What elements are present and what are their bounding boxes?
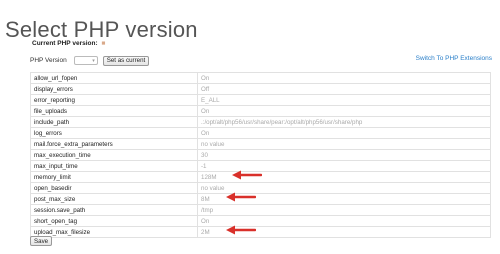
- option-name: include_path: [30, 116, 198, 128]
- option-name: max_input_time: [30, 160, 198, 172]
- php-version-label: PHP Version: [30, 57, 67, 64]
- option-value[interactable]: On: [197, 105, 491, 117]
- option-value[interactable]: .:/opt/alt/php56/usr/share/pear:/opt/alt…: [197, 116, 491, 128]
- option-name: allow_url_fopen: [30, 72, 198, 84]
- option-row: log_errors On: [30, 127, 491, 139]
- option-value[interactable]: 30: [197, 149, 491, 161]
- option-row: session.save_path/tmp: [30, 204, 491, 216]
- current-version-value: ■: [101, 40, 106, 47]
- option-row: short_open_tag On: [30, 215, 491, 227]
- option-name: short_open_tag: [30, 215, 198, 227]
- option-row: mail.force_extra_parameters no value: [30, 138, 491, 150]
- page-title: Select PHP version: [5, 16, 198, 42]
- option-name: max_execution_time: [30, 149, 198, 161]
- option-row: max_execution_time 30: [30, 149, 491, 161]
- save-button[interactable]: Save: [30, 236, 53, 246]
- option-value[interactable]: /tmp: [197, 204, 491, 216]
- option-value[interactable]: E_ALL: [197, 94, 491, 106]
- option-name: open_basedir: [30, 182, 198, 194]
- option-row: display_errors Off: [30, 83, 491, 95]
- switch-to-extensions-link[interactable]: Switch To PHP Extensions: [416, 55, 492, 62]
- option-row: open_basedir no value: [30, 182, 491, 194]
- option-row: error_reporting E_ALL: [30, 94, 491, 106]
- post-max-size-arrow-icon: [226, 192, 256, 202]
- current-version-label: Current PHP version:: [32, 40, 98, 47]
- option-row: file_uploads On: [30, 105, 491, 117]
- current-php-version: Current PHP version: ■: [32, 40, 105, 47]
- version-controls: PHP Version ▾ Set as current: [30, 55, 150, 66]
- php-options-table: allow_url_fopen On display_errors Off error_…: [30, 72, 491, 238]
- option-name: session.save_path: [30, 204, 198, 216]
- option-name: log_errors: [30, 127, 198, 139]
- option-value[interactable]: Off: [197, 83, 491, 95]
- chevron-down-icon: ▾: [92, 57, 95, 64]
- option-row: post_max_size 8M: [30, 193, 491, 205]
- set-as-current-button[interactable]: Set as current: [102, 55, 150, 66]
- option-name: memory_limit: [30, 171, 198, 183]
- option-value[interactable]: On: [197, 127, 491, 139]
- memory-limit-arrow-icon: [232, 170, 262, 180]
- option-row: allow_url_fopen On: [30, 72, 491, 84]
- upload-max-filesize-arrow-icon: [226, 225, 256, 235]
- option-row: upload_max_filesize 2M: [30, 226, 491, 238]
- option-value[interactable]: no value: [197, 138, 491, 150]
- option-name: mail.force_extra_parameters: [30, 138, 198, 150]
- option-name: file_uploads: [30, 105, 198, 117]
- option-value[interactable]: On: [197, 72, 491, 84]
- option-row: include_path .:/opt/alt/php56/usr/share/p…: [30, 116, 491, 128]
- option-name: upload_max_filesize: [30, 226, 198, 238]
- option-name: display_errors: [30, 83, 198, 95]
- option-name: error_reporting: [30, 94, 198, 106]
- option-name: post_max_size: [30, 193, 198, 205]
- php-version-select[interactable]: ▾: [73, 56, 98, 65]
